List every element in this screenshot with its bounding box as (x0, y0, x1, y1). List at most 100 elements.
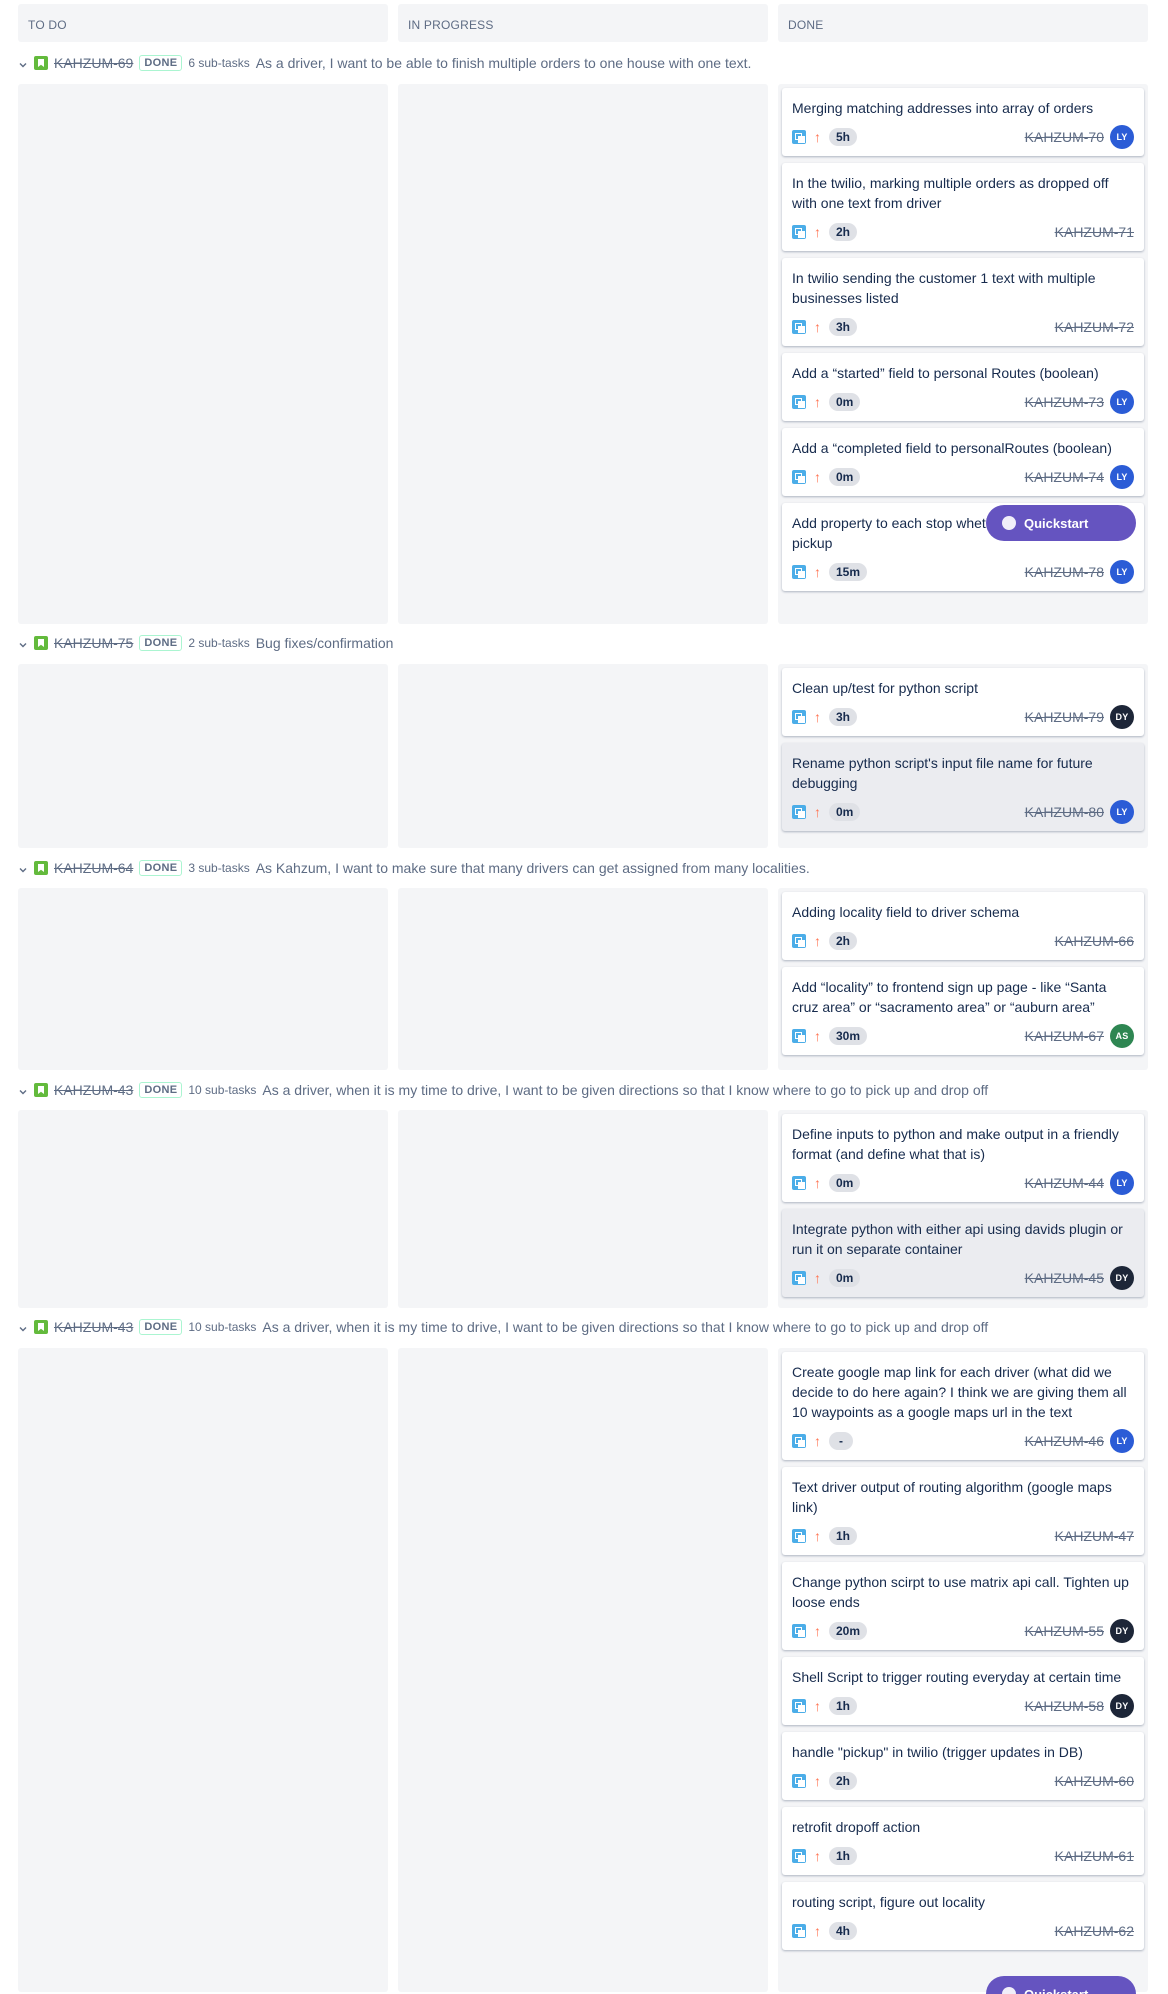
story-summary: As a driver, I want to be able to finish… (255, 55, 752, 71)
issue-card[interactable]: Merging matching addresses into array of… (782, 88, 1144, 156)
issue-card[interactable]: Shell Script to trigger routing everyday… (782, 1657, 1144, 1725)
chevron-down-icon[interactable] (18, 863, 28, 873)
issue-key[interactable]: KAHZUM-44 (1025, 1175, 1104, 1191)
avatar[interactable]: DY (1110, 1619, 1134, 1643)
avatar[interactable]: LY (1110, 125, 1134, 149)
priority-arrow-up-icon: ↑ (814, 1623, 821, 1639)
avatar[interactable]: LY (1110, 800, 1134, 824)
issue-card[interactable]: Add “locality” to frontend sign up page … (782, 967, 1144, 1055)
avatar[interactable]: LY (1110, 390, 1134, 414)
card-title: routing script, figure out locality (792, 1894, 985, 1910)
priority-arrow-up-icon: ↑ (814, 933, 821, 949)
issue-key[interactable]: KAHZUM-66 (1055, 933, 1134, 949)
card-footer: ↑ 0m KAHZUM-80 LY (792, 800, 1134, 824)
avatar[interactable]: LY (1110, 1171, 1134, 1195)
subtask-icon (792, 1176, 806, 1190)
issue-card[interactable]: Define inputs to python and make output … (782, 1114, 1144, 1202)
issue-key[interactable]: KAHZUM-45 (1025, 1270, 1104, 1286)
issue-key[interactable]: KAHZUM-55 (1025, 1623, 1104, 1639)
chevron-down-icon[interactable] (18, 638, 28, 648)
chevron-down-icon[interactable] (18, 1085, 28, 1095)
subtask-icon (792, 934, 806, 948)
story-key[interactable]: KAHZUM-64 (54, 860, 133, 876)
subtask-icon (792, 1699, 806, 1713)
story-icon (34, 636, 48, 650)
issue-key[interactable]: KAHZUM-60 (1055, 1773, 1134, 1789)
estimate-badge: - (829, 1432, 853, 1450)
issue-card[interactable]: Create google map link for each driver (… (782, 1352, 1144, 1460)
issue-card[interactable]: retrofit dropoff action ↑ 1h KAHZUM-61 (782, 1807, 1144, 1875)
issue-card[interactable]: Change python scirpt to use matrix api c… (782, 1562, 1144, 1650)
priority-arrow-up-icon: ↑ (814, 804, 821, 820)
issue-card[interactable]: Add a “completed field to personalRoutes… (782, 428, 1144, 496)
swimlane-header[interactable]: KAHZUM-43 DONE 10 sub-tasks As a driver, wh… (18, 1316, 988, 1338)
subtask-count: 10 sub-tasks (188, 1083, 257, 1097)
issue-key[interactable]: KAHZUM-47 (1055, 1528, 1134, 1544)
avatar[interactable]: AS (1110, 1024, 1134, 1048)
issue-card[interactable]: Add a “started” field to personal Routes… (782, 353, 1144, 421)
quickstart-button[interactable]: Quickstart (986, 1976, 1136, 1994)
card-title: Create google map link for each driver (… (792, 1364, 1127, 1420)
quickstart-icon (1002, 1987, 1016, 1994)
avatar[interactable]: LY (1110, 465, 1134, 489)
avatar[interactable]: DY (1110, 705, 1134, 729)
issue-key[interactable]: KAHZUM-70 (1025, 129, 1104, 145)
issue-key[interactable]: KAHZUM-61 (1055, 1848, 1134, 1864)
story-key[interactable]: KAHZUM-43 (54, 1319, 133, 1335)
subtask-icon (792, 1924, 806, 1938)
quickstart-button[interactable]: Quickstart (986, 505, 1136, 541)
issue-card[interactable]: Adding locality field to driver schema ↑ 2… (782, 892, 1144, 960)
quickstart-label: Quickstart (1024, 1986, 1089, 1994)
issue-card[interactable]: In the twilio, marking multiple orders a… (782, 163, 1144, 251)
card-footer: ↑ 4h KAHZUM-62 (792, 1920, 1134, 1942)
issue-key[interactable]: KAHZUM-46 (1025, 1433, 1104, 1449)
issue-card[interactable]: routing script, figure out locality ↑ 4h KA… (782, 1882, 1144, 1950)
estimate-badge: 0m (829, 393, 861, 411)
issue-key[interactable]: KAHZUM-72 (1055, 319, 1134, 335)
card-footer: ↑ 2h KAHZUM-66 (792, 930, 1134, 952)
issue-key[interactable]: KAHZUM-79 (1025, 709, 1104, 725)
issue-card[interactable]: In twilio sending the customer 1 text wi… (782, 258, 1144, 346)
story-icon (34, 1320, 48, 1334)
story-key[interactable]: KAHZUM-75 (54, 635, 133, 651)
avatar[interactable]: DY (1110, 1266, 1134, 1290)
card-footer: ↑ 2h KAHZUM-60 (792, 1770, 1134, 1792)
avatar[interactable]: DY (1110, 1694, 1134, 1718)
issue-card[interactable]: Rename python script's input file name f… (782, 743, 1144, 831)
card-title: In twilio sending the customer 1 text wi… (792, 270, 1096, 306)
issue-key[interactable]: KAHZUM-58 (1025, 1698, 1104, 1714)
chevron-down-icon[interactable] (18, 1322, 28, 1332)
priority-arrow-up-icon: ↑ (814, 1923, 821, 1939)
issue-key[interactable]: KAHZUM-67 (1025, 1028, 1104, 1044)
issue-key[interactable]: KAHZUM-73 (1025, 394, 1104, 410)
swimlane-header[interactable]: KAHZUM-43 DONE 10 sub-tasks As a driver, wh… (18, 1079, 988, 1101)
avatar[interactable]: LY (1110, 1429, 1134, 1453)
issue-card[interactable]: Clean up/test for python script ↑ 3h KAHZUM… (782, 668, 1144, 736)
todo-column (18, 664, 388, 848)
story-key[interactable]: KAHZUM-43 (54, 1082, 133, 1098)
story-key[interactable]: KAHZUM-69 (54, 55, 133, 71)
card-footer: ↑ 0m KAHZUM-74 LY (792, 465, 1134, 489)
swimlane-header[interactable]: KAHZUM-69 DONE 6 sub-tasks As a driver, I w… (18, 52, 751, 74)
avatar[interactable]: LY (1110, 560, 1134, 584)
issue-card[interactable]: handle "pickup" in twilio (trigger updat… (782, 1732, 1144, 1800)
issue-key[interactable]: KAHZUM-62 (1055, 1923, 1134, 1939)
issue-key[interactable]: KAHZUM-74 (1025, 469, 1104, 485)
swimlane-header[interactable]: KAHZUM-64 DONE 3 sub-tasks As Kahzum, I wan… (18, 857, 810, 879)
subtask-icon (792, 1624, 806, 1638)
issue-key[interactable]: KAHZUM-71 (1055, 224, 1134, 240)
subtask-icon (792, 130, 806, 144)
issue-key[interactable]: KAHZUM-78 (1025, 564, 1104, 580)
issue-card[interactable]: Integrate python with either api using d… (782, 1209, 1144, 1297)
subtask-icon (792, 470, 806, 484)
swimlane-header[interactable]: KAHZUM-75 DONE 2 sub-tasks Bug fixes/confir… (18, 632, 393, 654)
in-progress-column (398, 888, 768, 1070)
priority-arrow-up-icon: ↑ (814, 224, 821, 240)
subtask-icon (792, 1529, 806, 1543)
issue-key[interactable]: KAHZUM-80 (1025, 804, 1104, 820)
issue-card[interactable]: Text driver output of routing algorithm … (782, 1467, 1144, 1555)
chevron-down-icon[interactable] (18, 58, 28, 68)
estimate-badge: 2h (829, 1772, 858, 1790)
subtask-count: 2 sub-tasks (188, 636, 250, 650)
done-column: Merging matching addresses into array of… (778, 84, 1148, 624)
